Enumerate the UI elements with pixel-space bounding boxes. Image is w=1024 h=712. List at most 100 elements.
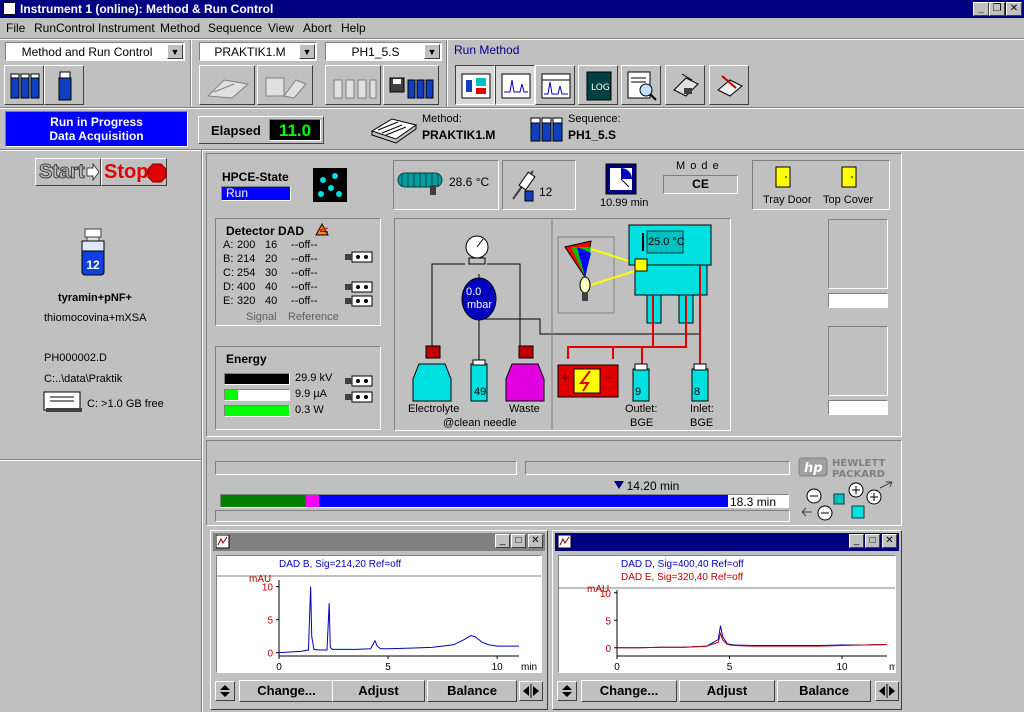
- datafile-name: PH000002.D: [44, 352, 107, 364]
- timer-icon: [605, 163, 637, 195]
- energy-title: Energy: [226, 352, 267, 366]
- run-method-label: Run Method: [454, 43, 520, 57]
- x-tick-label: 0: [276, 662, 282, 672]
- detector-cell-ch: D:: [223, 281, 234, 293]
- method-combo[interactable]: PRAKTIK1.M ▼: [199, 42, 317, 61]
- maximize-button[interactable]: □: [865, 534, 880, 548]
- title-bar: Instrument 1 (online): Method & Run Cont…: [0, 0, 1024, 18]
- magnifier-icon: [627, 71, 657, 101]
- progress-info-field: [525, 461, 790, 475]
- start-button[interactable]: Start: [35, 158, 101, 186]
- reference-column-label: Reference: [288, 311, 339, 323]
- leftright-arrows-icon: [879, 684, 895, 698]
- sequence-save-button[interactable]: [383, 65, 439, 105]
- top-cover-label: Top Cover: [823, 194, 874, 206]
- detector-row: A: 200 16 --off--: [221, 239, 343, 253]
- menu-sequence[interactable]: Sequence: [208, 21, 262, 35]
- print-button[interactable]: [665, 65, 705, 105]
- stop-button[interactable]: Stop: [101, 158, 167, 186]
- menu-abort[interactable]: Abort: [303, 21, 332, 35]
- hpce-state-title: HPCE-State: [222, 170, 289, 184]
- method-load-button[interactable]: [199, 65, 255, 105]
- chart-2-area: DAD D, Sig=400,40 Ref=off DAD E, Sig=320,…: [558, 555, 905, 673]
- module-slot: [828, 219, 888, 289]
- detector-cell-ref: --off--: [291, 267, 318, 279]
- chevron-down-icon[interactable]: ▼: [167, 44, 183, 59]
- app-icon: [3, 2, 16, 15]
- detector-cell-ch: E:: [223, 295, 234, 307]
- detector-title: Detector DAD: [226, 224, 305, 238]
- balance-button[interactable]: Balance: [777, 680, 871, 702]
- minimize-button[interactable]: _: [495, 534, 510, 548]
- sequence-value: PH1_5.S: [568, 128, 617, 142]
- updown-arrows-icon: [562, 685, 572, 697]
- close-button[interactable]: ✕: [882, 534, 897, 548]
- y-tick-label: 0: [605, 644, 611, 655]
- menu-help[interactable]: Help: [341, 21, 366, 35]
- signal-view-button[interactable]: [495, 65, 535, 105]
- close-button[interactable]: ✕: [1006, 2, 1022, 16]
- menu-view[interactable]: View: [268, 21, 294, 35]
- inlet-vial-number: 8: [694, 386, 701, 398]
- sequence-combo[interactable]: PH1_5.S ▼: [325, 42, 442, 61]
- chevron-down-icon[interactable]: ▼: [424, 44, 440, 59]
- top-cover-icon: [841, 166, 857, 188]
- zoom-controls[interactable]: [800, 480, 894, 524]
- vials-button[interactable]: [4, 65, 44, 105]
- temperature-box: 28.6 °C: [393, 160, 499, 210]
- scroll-leftright-button[interactable]: [519, 681, 543, 701]
- maximize-button[interactable]: □: [511, 534, 526, 548]
- hp-logo-text: hp: [804, 461, 823, 476]
- instrument-view-button[interactable]: [455, 65, 495, 105]
- view-combo[interactable]: Method and Run Control ▼: [5, 42, 185, 61]
- left-panel-divider: [201, 150, 203, 712]
- instrument-state-icon: [313, 168, 347, 202]
- single-vial-button[interactable]: [44, 65, 84, 105]
- detector-row: D: 400 40 --off--: [221, 281, 343, 295]
- detector-cell-sig: 254: [237, 267, 256, 279]
- logbook-button[interactable]: LOG: [578, 65, 618, 105]
- y-tick-label: 10: [600, 589, 612, 600]
- report-preview-button[interactable]: [621, 65, 661, 105]
- detector-cell-bw: 40: [265, 295, 278, 307]
- close-button[interactable]: ✕: [528, 534, 543, 548]
- adjust-button[interactable]: Adjust: [679, 680, 775, 702]
- energy-value: 0.3 W: [295, 404, 324, 416]
- pressure-unit: mbar: [467, 299, 493, 311]
- online-plot-button[interactable]: [535, 65, 575, 105]
- adjust-button[interactable]: Adjust: [332, 680, 425, 702]
- restore-button[interactable]: ❐: [989, 2, 1005, 16]
- waste-label: Waste: [509, 403, 540, 415]
- chevron-down-icon[interactable]: ▼: [299, 44, 315, 59]
- window-menu-icon[interactable]: [216, 535, 230, 549]
- edit-notes-button[interactable]: [709, 65, 749, 105]
- change-button[interactable]: Change...: [239, 680, 334, 702]
- scroll-updown-button[interactable]: [215, 681, 235, 701]
- detector-cell-sig: 320: [237, 295, 256, 307]
- updown-arrows-icon: [220, 685, 230, 697]
- menu-instrument[interactable]: Instrument: [98, 21, 155, 35]
- menu-file[interactable]: File: [6, 21, 25, 35]
- run-status-line2: Data Acquisition: [49, 129, 144, 143]
- change-button[interactable]: Change...: [581, 680, 677, 702]
- minimize-button[interactable]: _: [849, 534, 864, 548]
- detector-cell-ref: --off--: [291, 295, 318, 307]
- start-label: Start: [39, 161, 86, 184]
- hp-line2: PACKARD: [832, 469, 885, 478]
- printer-icon: [673, 73, 699, 97]
- method-icon: [206, 79, 250, 99]
- minimize-button[interactable]: _: [973, 2, 989, 16]
- progress-segment-green: [221, 495, 307, 507]
- vial-49-label: 49: [474, 386, 487, 398]
- scroll-leftright-button[interactable]: [875, 681, 899, 701]
- balance-button[interactable]: Balance: [427, 680, 517, 702]
- menu-runcontrol[interactable]: RunControl: [34, 21, 95, 35]
- window-menu-icon[interactable]: [558, 535, 572, 549]
- menu-method[interactable]: Method: [160, 21, 200, 35]
- method-save-button[interactable]: [257, 65, 313, 105]
- disk-drive-icon: [43, 391, 82, 412]
- sequence-load-button[interactable]: [325, 65, 381, 105]
- injector-box: 12: [502, 160, 576, 210]
- recorder-icon: [345, 281, 373, 293]
- scroll-updown-button[interactable]: [557, 681, 577, 701]
